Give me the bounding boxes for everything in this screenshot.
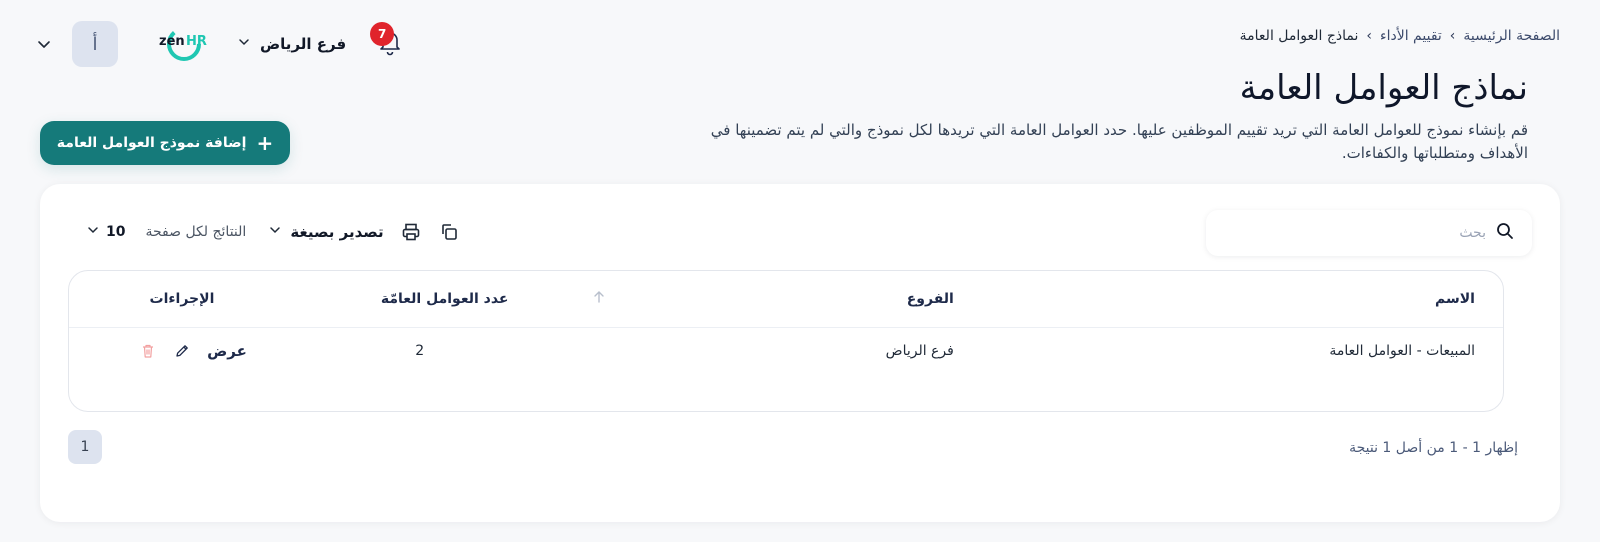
add-button-label: إضافة نموذج العوامل العامة <box>56 135 247 151</box>
export-label: تصدير بصيغة <box>290 223 384 241</box>
logo-graphic: zen HR <box>159 27 207 61</box>
chevron-down-icon <box>86 223 100 241</box>
zenhr-logo: zen HR <box>158 26 210 62</box>
notifications-button[interactable]: 7 <box>370 22 408 62</box>
pagination-page-1[interactable]: 1 <box>68 430 102 464</box>
sort-arrow-up-icon[interactable] <box>592 290 606 308</box>
search-box <box>1206 210 1532 256</box>
column-header-name[interactable]: الاسم <box>1003 271 1503 328</box>
column-header-branches-label: الفروع <box>906 290 954 307</box>
breadcrumb-performance[interactable]: تقييم الأداء <box>1380 28 1442 44</box>
search-input[interactable] <box>1224 225 1486 241</box>
page-title: نماذج العوامل العامة <box>1239 68 1528 108</box>
chevron-down-icon[interactable] <box>34 34 54 54</box>
templates-card: 10 النتائج لكل صفحة تصدير بصيغة الاسم <box>40 184 1560 522</box>
table-row: المبيعات - العوامل العامة فرع الرياض 2 ع… <box>69 327 1503 375</box>
delete-trash-icon[interactable] <box>139 342 157 360</box>
table-toolbar: 10 النتائج لكل صفحة تصدير بصيغة <box>86 218 460 246</box>
cell-branch: فرع الرياض <box>885 343 954 360</box>
chevron-down-icon <box>268 223 282 241</box>
copy-icon[interactable] <box>438 221 460 243</box>
avatar-initial: أ <box>92 33 98 55</box>
print-icon[interactable] <box>400 221 422 243</box>
chevron-left-icon: ‹ <box>1449 28 1456 44</box>
svg-text:HR: HR <box>186 34 207 49</box>
pagination-info: إظهار 1 - 1 من أصل 1 نتيجة <box>1349 440 1518 456</box>
cell-actions: عرض <box>69 327 265 375</box>
column-header-branches[interactable]: الفروع <box>584 271 1004 328</box>
plus-icon: + <box>256 131 274 155</box>
add-general-factors-template-button[interactable]: + إضافة نموذج العوامل العامة <box>40 121 290 165</box>
page-description: قم بإنشاء نموذج للعوامل العامة التي تريد… <box>710 121 1528 162</box>
avatar[interactable]: أ <box>72 21 118 67</box>
column-header-count[interactable]: عدد العوامل العامّة <box>264 271 585 328</box>
topbar-user-area: أ zen HR فرع الرياض 7 <box>30 20 408 68</box>
table-header-row: الاسم الفروع عدد العوامل العامّة الإجراء… <box>69 271 1503 328</box>
chevron-left-icon: ‹ <box>1366 28 1373 44</box>
chevron-down-icon <box>236 34 252 54</box>
cell-count: 2 <box>415 343 425 360</box>
breadcrumb-current: نماذج العوامل العامة <box>1239 28 1359 44</box>
edit-pencil-icon[interactable] <box>173 342 191 360</box>
export-dropdown[interactable]: تصدير بصيغة <box>268 223 384 241</box>
column-header-actions: الإجراءات <box>69 271 265 328</box>
per-page-value: 10 <box>106 224 126 240</box>
per-page-selector[interactable]: 10 النتائج لكل صفحة <box>86 223 246 241</box>
breadcrumb: الصفحة الرئيسية ‹ تقييم الأداء ‹ نماذج ا… <box>1240 28 1560 44</box>
svg-text:zen: zen <box>159 34 185 49</box>
breadcrumb-home[interactable]: الصفحة الرئيسية <box>1463 28 1560 44</box>
notification-badge: 7 <box>370 22 395 46</box>
branch-selector[interactable]: فرع الرياض <box>236 34 346 54</box>
templates-table: الاسم الفروع عدد العوامل العامّة الإجراء… <box>68 270 1504 412</box>
cell-name: المبيعات - العوامل العامة <box>1329 343 1475 360</box>
per-page-label: النتائج لكل صفحة <box>145 224 247 240</box>
search-icon <box>1496 222 1514 244</box>
branch-selector-label: فرع الرياض <box>260 35 347 53</box>
view-button[interactable]: عرض <box>207 342 247 360</box>
